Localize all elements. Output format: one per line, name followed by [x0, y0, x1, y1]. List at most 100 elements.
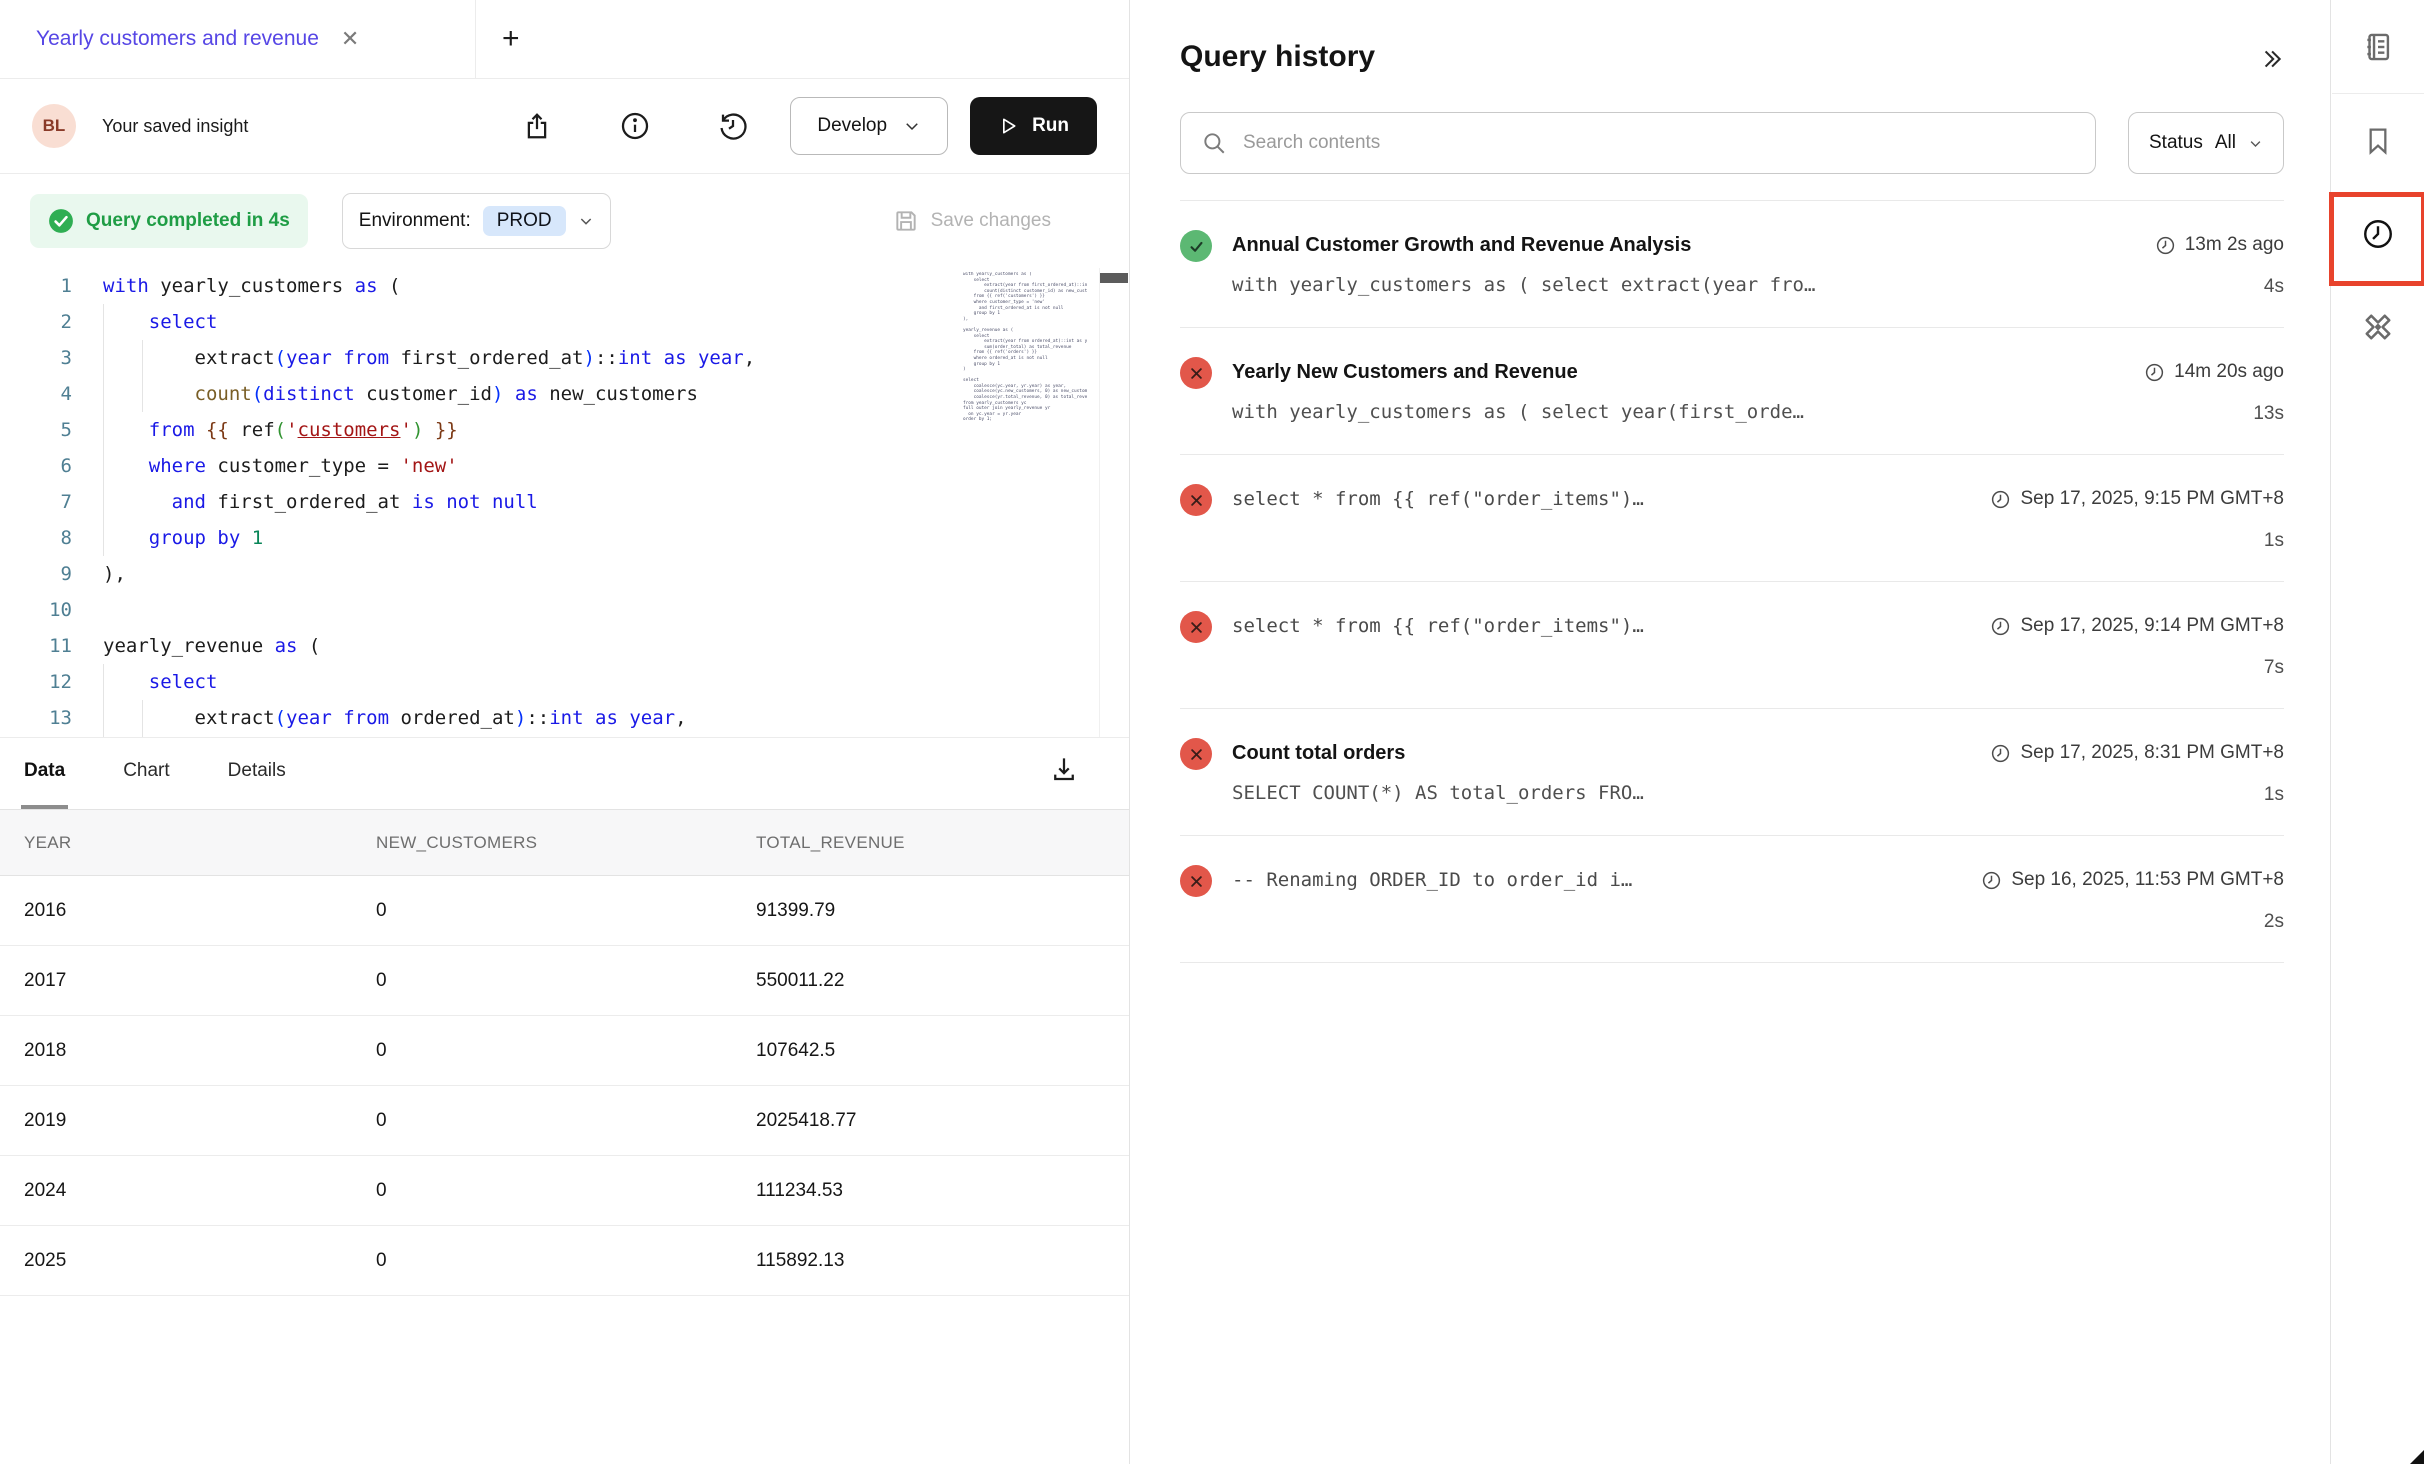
tab-yearly-customers[interactable]: Yearly customers and revenue ✕: [0, 0, 476, 78]
status-icon: [1180, 738, 1212, 770]
code-line[interactable]: 6 where customer_type = 'new': [0, 448, 1129, 484]
clock-icon: [1990, 489, 2011, 510]
info-icon[interactable]: [618, 109, 652, 143]
notebook-icon[interactable]: [2332, 0, 2424, 93]
collapse-panel-icon[interactable]: [2258, 46, 2284, 72]
query-title: select * from {{ ref("order_items")…: [1232, 482, 1972, 516]
query-time: Sep 17, 2025, 9:14 PM GMT+8: [1990, 609, 2284, 643]
code-line[interactable]: 12 select: [0, 664, 1129, 700]
query-history-item[interactable]: Count total orders SELECT COUNT(*) AS to…: [1180, 709, 2284, 836]
table-cell: 0: [376, 1226, 756, 1296]
save-changes-button[interactable]: Save changes: [893, 208, 1051, 234]
table-row[interactable]: 20180107642.5: [0, 1016, 1129, 1086]
status-filter[interactable]: Status All: [2128, 112, 2284, 174]
query-title: Yearly New Customers and Revenue: [1232, 355, 2126, 389]
table-row[interactable]: 20240111234.53: [0, 1156, 1129, 1226]
query-history-item[interactable]: Annual Customer Growth and Revenue Analy…: [1180, 201, 2284, 328]
line-number: 7: [0, 484, 72, 520]
table-cell: 0: [376, 1156, 756, 1226]
col-total-revenue[interactable]: TOTAL_REVENUE: [756, 810, 1129, 876]
code-line[interactable]: 8 group by 1: [0, 520, 1129, 556]
editor-minimap[interactable]: with yearly_customers as ( select extrac…: [963, 272, 1087, 712]
line-number: 6: [0, 448, 72, 484]
environment-value-pill: PROD: [483, 206, 566, 236]
code-line[interactable]: 9),: [0, 556, 1129, 592]
results-table: YEAR NEW_CUSTOMERS TOTAL_REVENUE 2016091…: [0, 809, 1129, 1296]
scrollbar-thumb[interactable]: [1100, 273, 1128, 283]
sql-editor[interactable]: 1with yearly_customers as (2 select3 ext…: [0, 268, 1129, 737]
query-history-item[interactable]: select * from {{ ref("order_items")… Sep…: [1180, 455, 2284, 582]
indent-guide: [142, 700, 143, 737]
download-icon[interactable]: [1049, 754, 1079, 784]
table-row[interactable]: 2016091399.79: [0, 876, 1129, 946]
table-cell: 2018: [0, 1016, 376, 1086]
code-line[interactable]: 1with yearly_customers as (: [0, 268, 1129, 304]
query-history-item[interactable]: Yearly New Customers and Revenue with ye…: [1180, 328, 2284, 455]
query-title: Count total orders: [1232, 736, 1972, 770]
environment-select[interactable]: Environment: PROD: [342, 193, 611, 249]
code-line[interactable]: 13 extract(year from ordered_at)::int as…: [0, 700, 1129, 736]
table-cell: 2016: [0, 876, 376, 946]
query-time: 14m 20s ago: [2144, 355, 2284, 389]
run-button[interactable]: Run: [970, 97, 1097, 155]
line-number: 5: [0, 412, 72, 448]
code-line[interactable]: 7 and first_ordered_at is not null: [0, 484, 1129, 520]
table-cell: 550011.22: [756, 946, 1129, 1016]
table-cell: 107642.5: [756, 1016, 1129, 1086]
table-row[interactable]: 20250115892.13: [0, 1226, 1129, 1296]
insight-toolbar: BL Your saved insight Develop: [0, 79, 1129, 174]
save-icon: [893, 208, 919, 234]
query-code-preview: SELECT COUNT(*) AS total_orders FRO…: [1232, 782, 1972, 804]
line-number: 4: [0, 376, 72, 412]
clock-icon: [1990, 616, 2011, 637]
col-year[interactable]: YEAR: [0, 810, 376, 876]
tab-close-icon[interactable]: ✕: [341, 28, 359, 50]
right-sidebar: [2332, 0, 2424, 1464]
tab-chart[interactable]: Chart: [123, 738, 169, 810]
indent-guide: [103, 304, 104, 556]
table-cell: 91399.79: [756, 876, 1129, 946]
table-cell: 0: [376, 1086, 756, 1156]
table-row[interactable]: 201902025418.77: [0, 1086, 1129, 1156]
bookmark-icon[interactable]: [2332, 94, 2424, 187]
share-icon[interactable]: [520, 109, 554, 143]
query-duration: 2s: [1981, 909, 2284, 935]
develop-button[interactable]: Develop: [790, 97, 948, 155]
clock-icon: [2144, 362, 2165, 383]
code-line[interactable]: 5 from {{ ref('customers') }}: [0, 412, 1129, 448]
query-title: -- Renaming ORDER_ID to order_id i…: [1232, 863, 1963, 897]
version-history-icon[interactable]: [716, 109, 750, 143]
tab-data[interactable]: Data: [24, 738, 65, 810]
code-line[interactable]: 2 select: [0, 304, 1129, 340]
code-line[interactable]: 4 count(distinct customer_id) as new_cus…: [0, 376, 1129, 412]
avatar: BL: [32, 104, 76, 148]
query-history-panel: Query history Status All Annual Customer…: [1131, 0, 2331, 1464]
query-history-list: Annual Customer Growth and Revenue Analy…: [1180, 200, 2284, 963]
table-header-row: YEAR NEW_CUSTOMERS TOTAL_REVENUE: [0, 810, 1129, 876]
code-line[interactable]: 11yearly_revenue as (: [0, 628, 1129, 664]
table-cell: 2024: [0, 1156, 376, 1226]
explore-icon[interactable]: [2332, 280, 2424, 373]
tab-title: Yearly customers and revenue: [36, 27, 319, 51]
search-box[interactable]: [1180, 112, 2096, 174]
search-icon: [1201, 130, 1227, 156]
code-line[interactable]: 3 extract(year from first_ordered_at)::i…: [0, 340, 1129, 376]
line-number: 3: [0, 340, 72, 376]
col-new-customers[interactable]: NEW_CUSTOMERS: [376, 810, 756, 876]
query-history-item[interactable]: select * from {{ ref("order_items")… Sep…: [1180, 582, 2284, 709]
search-input[interactable]: [1243, 132, 2075, 154]
new-tab-button[interactable]: +: [476, 22, 546, 56]
check-circle-icon: [48, 208, 74, 234]
table-row[interactable]: 20170550011.22: [0, 946, 1129, 1016]
line-number: 2: [0, 304, 72, 340]
query-title: Annual Customer Growth and Revenue Analy…: [1232, 228, 2137, 262]
tab-bar: Yearly customers and revenue ✕ +: [0, 0, 1129, 79]
code-line[interactable]: 10: [0, 592, 1129, 628]
query-history-icon[interactable]: [2332, 187, 2424, 280]
editor-scrollbar[interactable]: [1099, 268, 1129, 737]
query-duration: 7s: [1990, 655, 2284, 681]
tab-details[interactable]: Details: [228, 738, 286, 810]
status-bar: Query completed in 4s Environment: PROD …: [0, 174, 1129, 268]
clock-icon: [1981, 870, 2002, 891]
query-history-item[interactable]: -- Renaming ORDER_ID to order_id i… Sep …: [1180, 836, 2284, 963]
